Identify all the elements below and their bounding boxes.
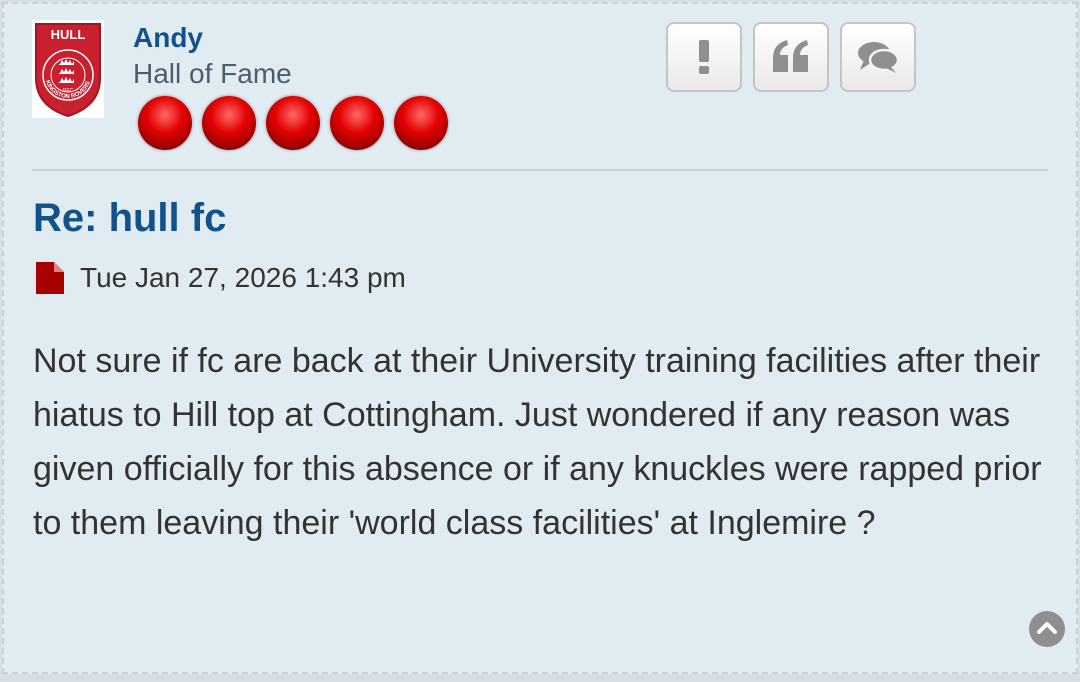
- post-date: Tue Jan 27, 2026 1:43 pm: [80, 262, 406, 293]
- rank-dot-icon: [266, 96, 320, 150]
- chevron-up-icon: [1037, 622, 1057, 634]
- rank-dot-icon: [138, 96, 192, 150]
- rank-stars: [138, 96, 448, 150]
- report-button[interactable]: [666, 22, 742, 92]
- username-link[interactable]: Andy: [133, 22, 203, 54]
- avatar[interactable]: HULL RFC KINGSTON ROVERS: [32, 20, 104, 118]
- svg-text:HULL: HULL: [51, 27, 86, 42]
- rank-title: Hall of Fame: [133, 58, 292, 89]
- post-content: Not sure if fc are back at their Univers…: [33, 342, 1042, 542]
- rank-dot-icon: [394, 96, 448, 150]
- rank-dot-icon: [330, 96, 384, 150]
- rank-dot-icon: [202, 96, 256, 150]
- exclamation-icon: [699, 40, 709, 74]
- private-message-button[interactable]: [840, 22, 916, 92]
- post-meta: Tue Jan 27, 2026 1:43 pm: [36, 262, 406, 294]
- quote-icon: [773, 40, 808, 72]
- file-icon[interactable]: [36, 262, 64, 294]
- quote-button[interactable]: [753, 22, 829, 92]
- svg-text:RFC: RFC: [63, 88, 74, 94]
- divider: [32, 169, 1048, 171]
- post-title[interactable]: Re: hull fc: [33, 196, 226, 241]
- post-actions: [666, 22, 916, 92]
- back-to-top-button[interactable]: [1029, 611, 1065, 647]
- club-crest-icon: HULL RFC KINGSTON ROVERS: [35, 23, 101, 118]
- chat-bubbles-icon: [858, 42, 900, 73]
